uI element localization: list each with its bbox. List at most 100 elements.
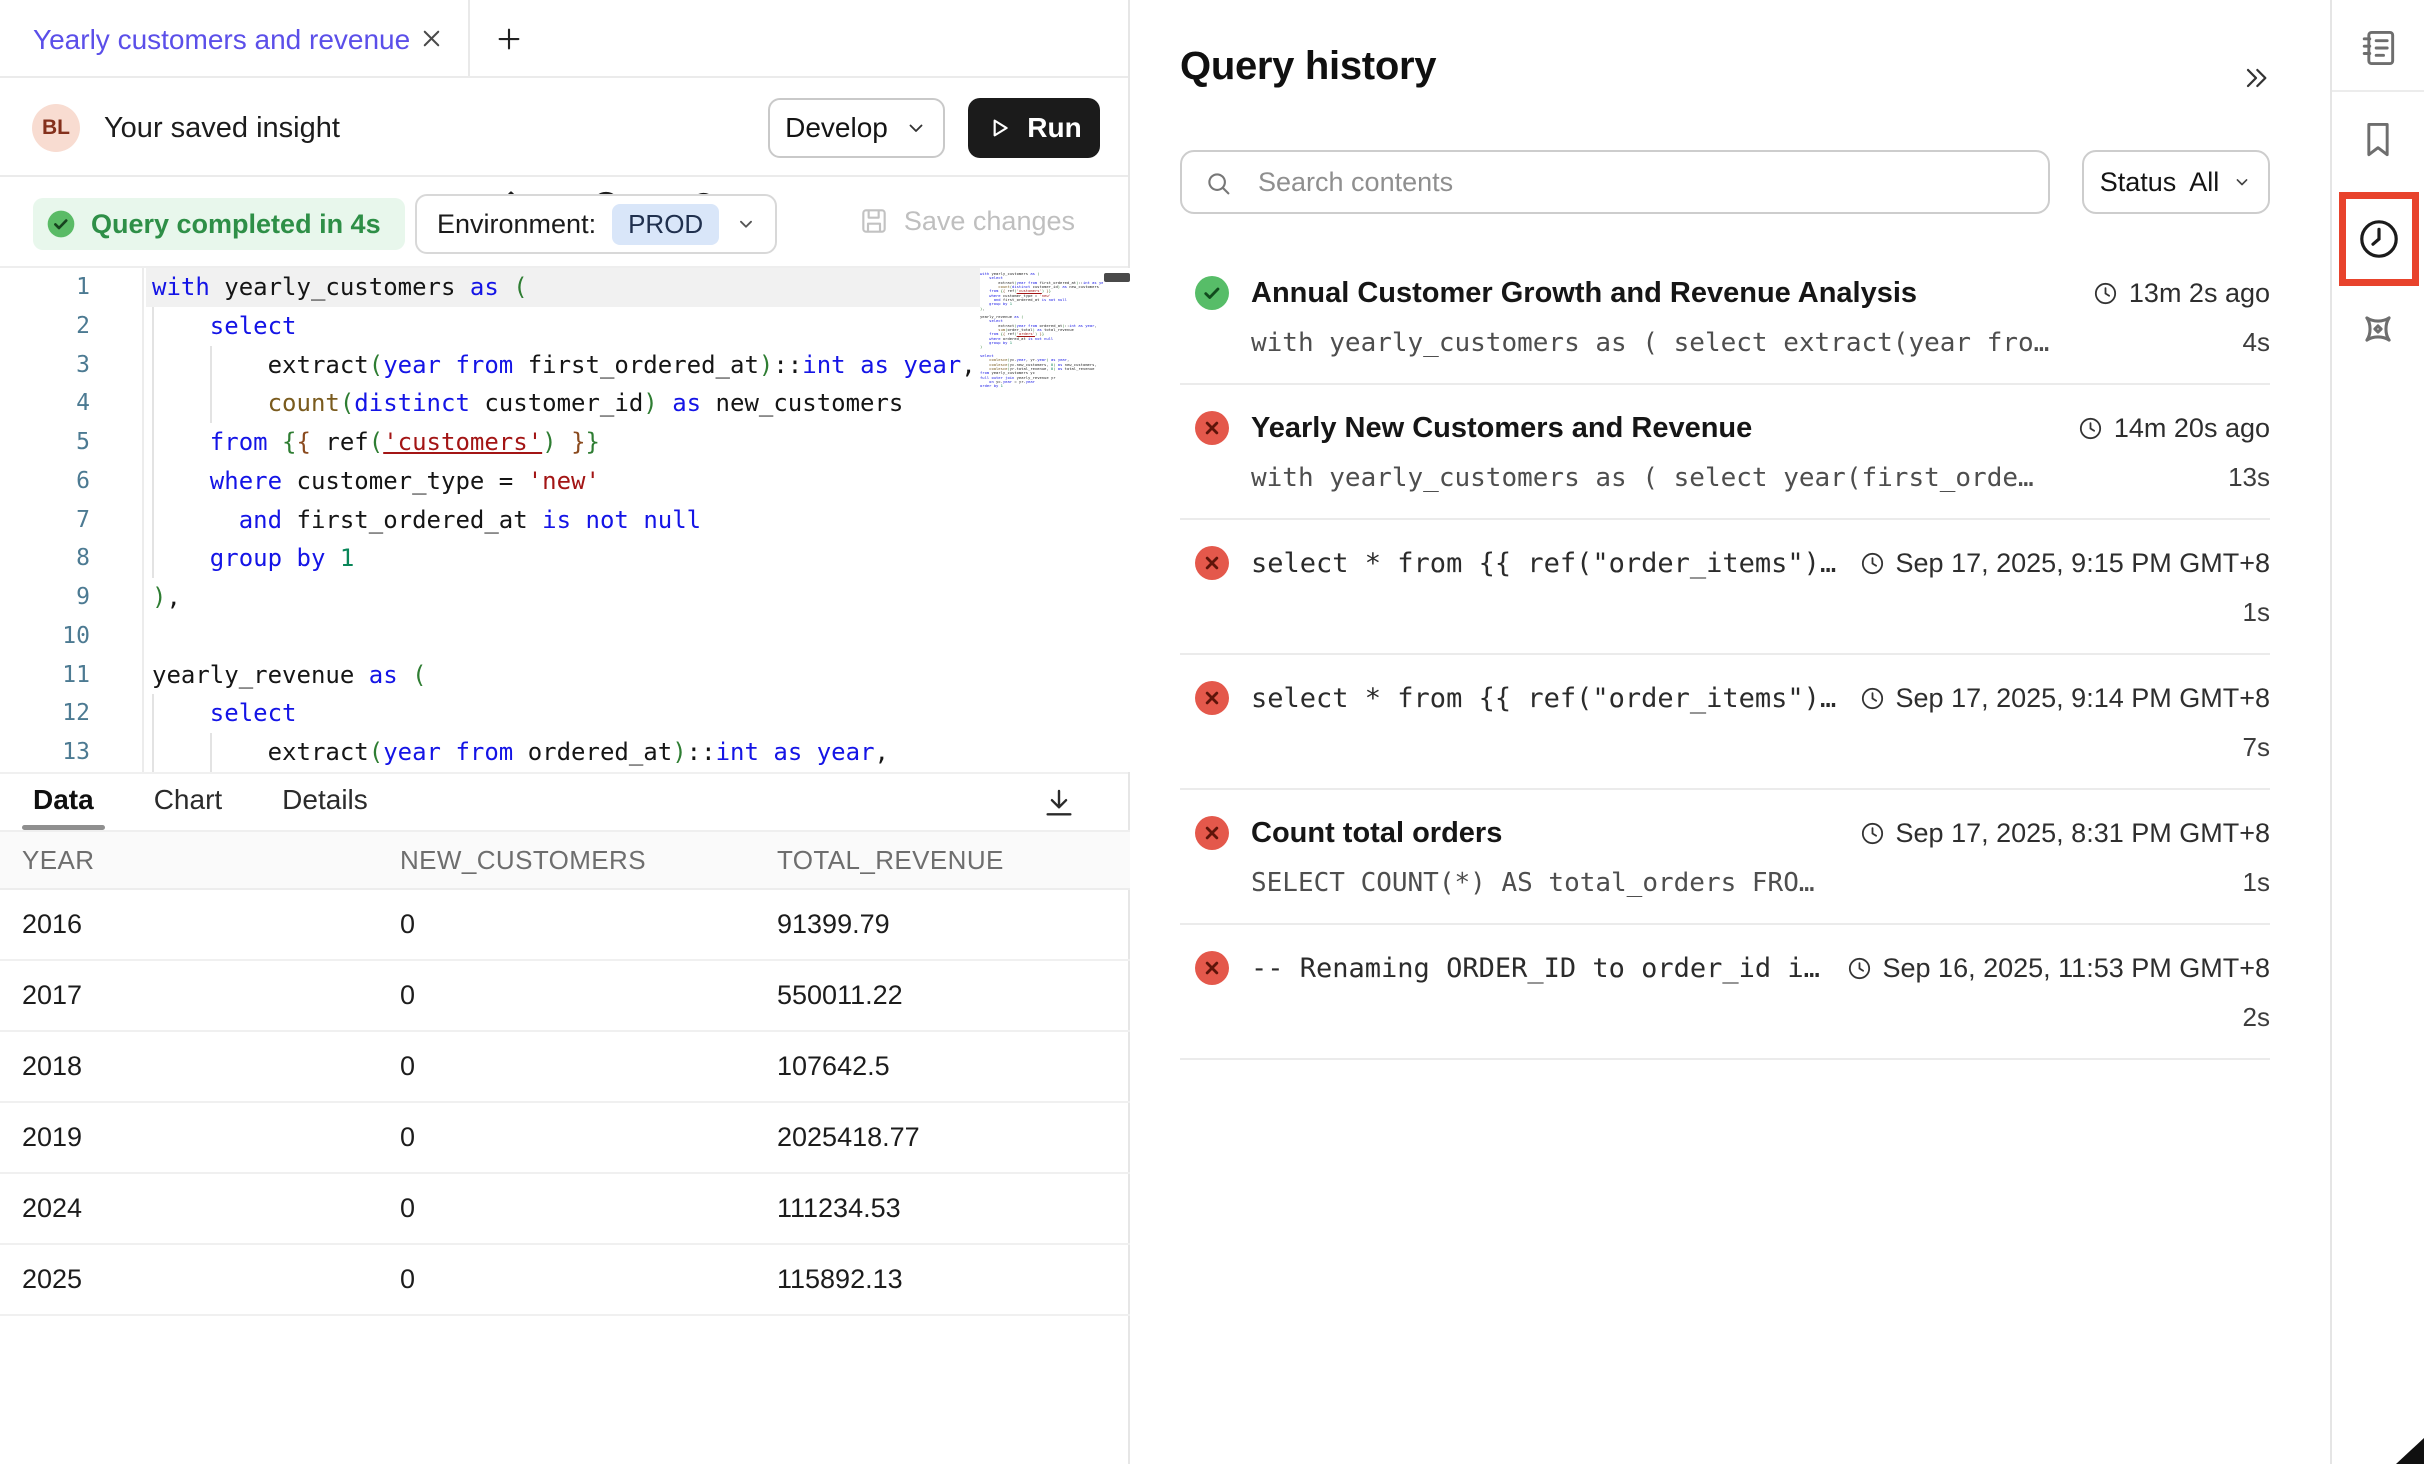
line-number: 10 [0,617,142,656]
rail-divider [2332,90,2424,92]
minimap[interactable]: with yearly_customers as ( select extrac… [980,268,1103,772]
collapse-panel-icon[interactable] [2240,62,2272,94]
status-filter-dropdown[interactable]: Status All [2082,150,2270,214]
table-header-row: YEARNEW_CUSTOMERSTOTAL_REVENUE [0,830,1130,890]
line-number: 5 [0,423,142,462]
query-toolbar: Query completed in 4s Environment: PROD … [0,177,1128,268]
develop-dropdown[interactable]: Develop [768,98,945,158]
code-area[interactable]: with yearly_customers as ( select extrac… [146,268,980,772]
scrollbar-thumb[interactable] [1104,273,1130,282]
app-root: Yearly customers and revenue BL Your sav… [0,0,2424,1464]
query-history-panel: Query history Status All Annual Customer… [1132,0,2330,1464]
tab-chart[interactable]: Chart [143,774,233,830]
editor-scrollbar[interactable] [1103,268,1130,772]
code-line: count(distinct customer_id) as new_custo… [146,384,980,423]
table-cell: 2019 [22,1122,400,1153]
sql-editor[interactable]: 12345678910111213 with yearly_customers … [0,268,1130,772]
query-status-text: Query completed in 4s [91,209,381,240]
history-timestamp: Sep 17, 2025, 9:14 PM GMT+8 [1859,683,2270,714]
new-tab-button[interactable] [494,24,524,54]
history-duration: 1s [2243,597,2270,628]
environment-selector[interactable]: Environment: PROD [415,194,777,254]
table-cell: 91399.79 [777,909,1130,940]
table-header-cell[interactable]: YEAR [22,845,400,876]
code-line: with yearly_customers as ( [146,268,980,307]
save-changes-button[interactable]: Save changes [858,205,1075,237]
table-cell: 2018 [22,1051,400,1082]
table-cell: 107642.5 [777,1051,1130,1082]
history-rail-active-indicator[interactable] [2339,192,2419,286]
table-row[interactable]: 20240111234.53 [0,1174,1130,1245]
history-duration: 13s [2228,462,2270,493]
tab-details[interactable]: Details [271,774,379,830]
tab-separator [468,0,470,76]
right-icon-rail [2330,0,2424,1464]
history-duration: 7s [2243,732,2270,763]
history-search[interactable] [1180,150,2050,214]
history-item[interactable]: Annual Customer Growth and Revenue Analy… [1180,250,2270,385]
run-button[interactable]: Run [968,98,1100,158]
code-line [146,617,980,656]
query-history-title: Query history [1180,44,1436,89]
table-row[interactable]: 20170550011.22 [0,961,1130,1032]
line-number: 12 [0,694,142,733]
code-line: group by 1 [146,539,980,578]
error-status-icon [1195,546,1229,580]
table-cell: 0 [400,1264,777,1295]
error-status-icon [1195,816,1229,850]
clock-icon [1859,550,1886,577]
line-number: 2 [0,307,142,346]
history-list: Annual Customer Growth and Revenue Analy… [1180,250,2270,1060]
history-item-title: select * from {{ ref("order_items")… [1251,683,1837,714]
table-cell: 0 [400,909,777,940]
line-number: 4 [0,384,142,423]
chevron-down-icon [904,116,928,140]
history-item[interactable]: select * from {{ ref("order_items")…Sep … [1180,520,2270,655]
notebook-icon[interactable] [2356,26,2400,70]
history-item-title: Yearly New Customers and Revenue [1251,412,2055,445]
saved-insight-label: Your saved insight [104,112,340,145]
error-status-icon [1195,411,1229,445]
history-item-title: select * from {{ ref("order_items")… [1251,548,1837,579]
table-cell: 0 [400,1122,777,1153]
chevron-down-icon [2232,172,2252,192]
history-item[interactable]: -- Renaming ORDER_ID to order_id i…Sep 1… [1180,925,2270,1060]
code-line: select [146,694,980,733]
close-tab-icon[interactable] [418,25,445,52]
table-header-cell[interactable]: TOTAL_REVENUE [777,845,1130,876]
history-timestamp: Sep 17, 2025, 8:31 PM GMT+8 [1859,818,2270,849]
history-timestamp: Sep 16, 2025, 11:53 PM GMT+8 [1846,953,2270,984]
history-timestamp: 14m 20s ago [2077,413,2270,444]
query-status-badge: Query completed in 4s [33,198,405,250]
history-item[interactable]: Count total ordersSep 17, 2025, 8:31 PM … [1180,790,2270,925]
table-cell: 115892.13 [777,1264,1130,1295]
search-input[interactable] [1182,152,2048,212]
code-line: where customer_type = 'new' [146,462,980,501]
develop-label: Develop [785,112,888,144]
table-cell: 0 [400,980,777,1011]
history-item[interactable]: select * from {{ ref("order_items")… Sep … [1180,655,2270,790]
history-filter-row: Status All [1180,150,2270,214]
table-row[interactable]: 2016091399.79 [0,890,1130,961]
table-row[interactable]: 20180107642.5 [0,1032,1130,1103]
environment-label: Environment: [437,209,596,240]
history-item[interactable]: Yearly New Customers and Revenue 14m 20s … [1180,385,2270,520]
table-row[interactable]: 201902025418.77 [0,1103,1130,1174]
tab-data[interactable]: Data [22,774,105,830]
status-filter-label: Status [2100,167,2177,198]
bookmark-icon[interactable] [2356,118,2400,162]
tab-yearly-customers[interactable]: Yearly customers and revenue [33,24,410,56]
table-cell: 2016 [22,909,400,940]
table-header-cell[interactable]: NEW_CUSTOMERS [400,845,777,876]
line-number-gutter: 12345678910111213 [0,268,144,772]
avatar: BL [32,104,80,152]
explore-icon[interactable] [2355,306,2401,352]
play-icon [986,115,1012,141]
clock-icon [1859,820,1886,847]
download-icon[interactable] [1042,786,1076,820]
results-tab-bar: Data Chart Details [0,772,1128,830]
table-row[interactable]: 20250115892.13 [0,1245,1130,1316]
table-cell: 2025 [22,1264,400,1295]
insight-header: BL Your saved insight Develop [0,78,1128,177]
line-number: 9 [0,578,142,617]
